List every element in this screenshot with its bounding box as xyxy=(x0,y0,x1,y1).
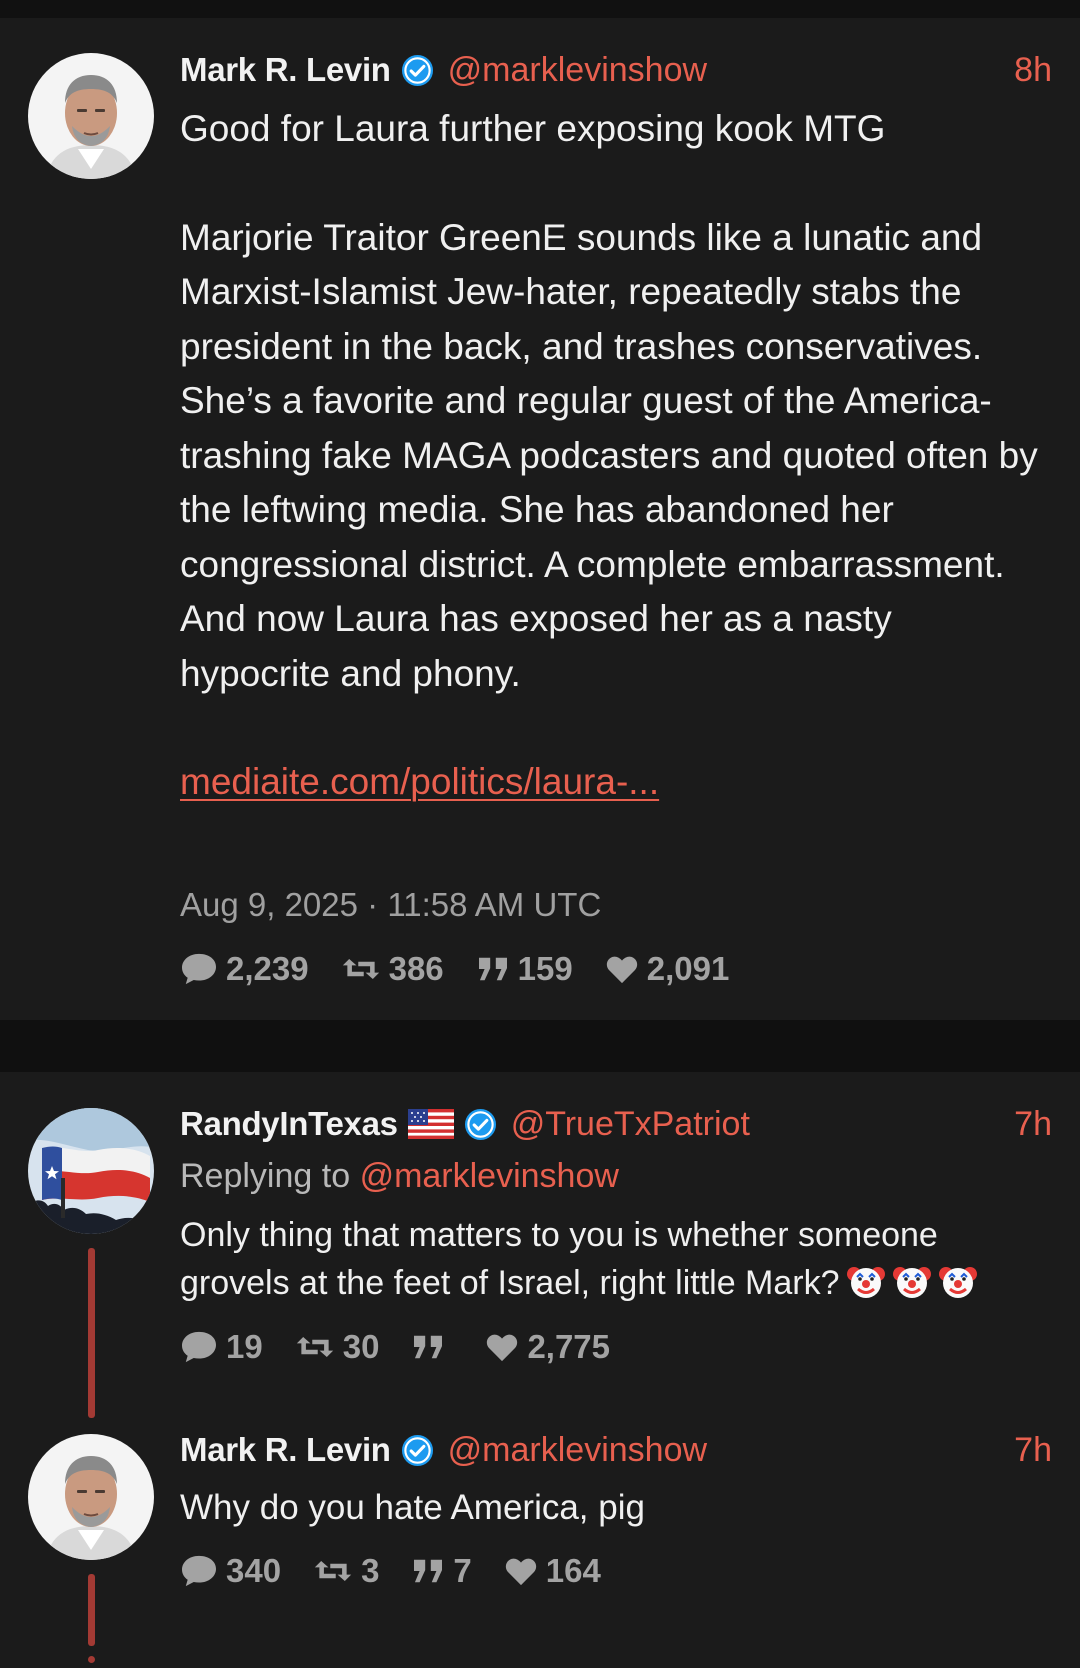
heart-icon xyxy=(485,1332,519,1362)
comment-button[interactable]: 19 xyxy=(180,1328,263,1366)
retweet-icon xyxy=(341,955,381,983)
clown-face-icon xyxy=(938,1262,978,1302)
like-count: 2,091 xyxy=(646,950,730,987)
avatar-image xyxy=(28,53,154,179)
retweet-button[interactable]: 3 xyxy=(313,1552,379,1590)
comment-icon xyxy=(180,1330,218,1364)
like-button[interactable]: 164 xyxy=(504,1552,601,1590)
section-divider xyxy=(0,1020,1080,1072)
quote-icon xyxy=(411,1333,445,1361)
tweet-stats: 19 30 2,775 xyxy=(180,1328,642,1366)
display-name[interactable]: Mark R. Levin xyxy=(180,1431,391,1469)
quote-icon xyxy=(411,1557,445,1585)
retweet-count: 30 xyxy=(342,1328,380,1365)
like-button[interactable]: 2,091 xyxy=(605,950,730,988)
tweet-header: Mark R. Levin @marklevinshow 8h xyxy=(180,48,1052,92)
comment-button[interactable]: 2,239 xyxy=(180,950,309,988)
tweet-stats: 340 3 7 164 xyxy=(180,1552,633,1590)
tweet-header: RandyInTexas @TrueTxPatriot 7h xyxy=(180,1102,1052,1146)
thread-line xyxy=(88,1574,95,1646)
tweet-text-line: Good for Laura further exposing kook MTG xyxy=(180,108,886,149)
verified-badge-icon xyxy=(464,1108,497,1141)
replying-to-handle[interactable]: @marklevinshow xyxy=(360,1157,619,1195)
retweet-icon xyxy=(313,1557,353,1585)
article-link[interactable]: mediaite.com/politics/laura-... xyxy=(180,761,659,802)
tweet-text-content: Why do you hate America, pig xyxy=(180,1488,645,1527)
us-flag-icon xyxy=(408,1109,454,1139)
comment-button[interactable]: 340 xyxy=(180,1552,281,1590)
tweet-stats: 2,239 386 159 2,091 xyxy=(180,950,761,988)
avatar[interactable] xyxy=(28,53,154,179)
quote-icon xyxy=(476,955,510,983)
like-button[interactable]: 2,775 xyxy=(485,1328,610,1366)
thread-line xyxy=(88,1248,95,1418)
replying-to: Replying to @marklevinshow xyxy=(180,1157,619,1196)
like-count: 164 xyxy=(545,1552,601,1589)
retweet-count: 386 xyxy=(388,950,444,987)
heart-icon xyxy=(504,1556,538,1586)
username-handle[interactable]: @TrueTxPatriot xyxy=(511,1105,750,1144)
tweet-time[interactable]: 7h xyxy=(1014,1431,1052,1470)
tweet-text-paragraph: Marjorie Traitor GreenE sounds like a lu… xyxy=(180,216,1038,694)
avatar-image xyxy=(28,1108,154,1234)
comment-icon xyxy=(180,952,218,986)
retweet-button[interactable]: 386 xyxy=(341,950,444,988)
verified-badge-icon xyxy=(401,1434,434,1467)
quote-button[interactable] xyxy=(411,1333,453,1361)
tweet-text: Only thing that matters to you is whethe… xyxy=(180,1211,1052,1307)
comment-count: 2,239 xyxy=(226,950,309,987)
like-count: 2,775 xyxy=(527,1328,611,1365)
clown-face-icon xyxy=(846,1262,886,1302)
quote-button[interactable]: 159 xyxy=(476,950,573,988)
quote-button[interactable]: 7 xyxy=(411,1552,472,1590)
display-name[interactable]: Mark R. Levin xyxy=(180,51,391,89)
username-handle[interactable]: @marklevinshow xyxy=(448,1431,707,1470)
thread-dot xyxy=(88,1656,95,1663)
tweet-date[interactable]: Aug 9, 2025 · 11:58 AM UTC xyxy=(180,886,601,924)
avatar[interactable] xyxy=(28,1434,154,1560)
username-handle[interactable]: @marklevinshow xyxy=(448,51,707,90)
clown-face-icon xyxy=(892,1262,932,1302)
comment-count: 340 xyxy=(226,1552,282,1589)
avatar[interactable] xyxy=(28,1108,154,1234)
avatar-image xyxy=(28,1434,154,1560)
retweet-button[interactable]: 30 xyxy=(295,1328,380,1366)
heart-icon xyxy=(605,954,639,984)
tweet-time[interactable]: 8h xyxy=(1014,51,1052,90)
top-bar xyxy=(0,0,1080,18)
comment-count: 19 xyxy=(226,1328,263,1365)
comment-icon xyxy=(180,1554,218,1588)
retweet-count: 3 xyxy=(361,1552,380,1589)
quote-count: 7 xyxy=(453,1552,472,1589)
tweet-header: Mark R. Levin @marklevinshow 7h xyxy=(180,1428,1052,1472)
tweet-text-content: Only thing that matters to you is whethe… xyxy=(180,1216,938,1302)
replying-to-label: Replying to xyxy=(180,1157,351,1195)
tweet-text: Good for Laura further exposing kook MTG… xyxy=(180,102,1040,810)
verified-badge-icon xyxy=(401,54,434,87)
quote-count: 159 xyxy=(517,950,573,987)
display-name[interactable]: RandyInTexas xyxy=(180,1105,398,1143)
tweet-text: Why do you hate America, pig xyxy=(180,1484,1052,1532)
tweet-time[interactable]: 7h xyxy=(1014,1105,1052,1144)
retweet-icon xyxy=(295,1333,335,1361)
